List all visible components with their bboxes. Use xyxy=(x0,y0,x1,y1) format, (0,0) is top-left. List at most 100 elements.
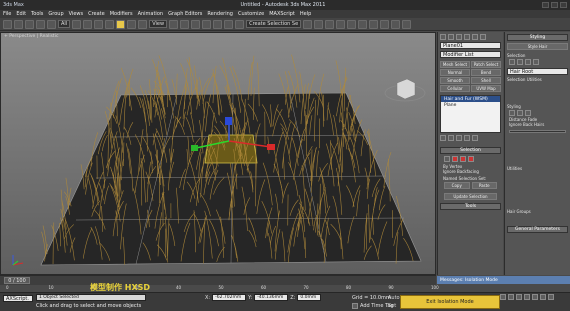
uvw-map-button[interactable]: UVW Map xyxy=(471,85,501,92)
y-coordinate-field[interactable]: -40.136mm xyxy=(254,294,289,301)
zoom-all-icon[interactable] xyxy=(508,294,514,300)
remove-modifier-icon[interactable] xyxy=(464,135,470,141)
render-production-icon[interactable] xyxy=(402,19,412,29)
stack-item-plane[interactable]: Plane xyxy=(441,102,500,108)
menu-help[interactable]: Help xyxy=(300,11,311,17)
modifier-list-dropdown[interactable]: Modifier List xyxy=(440,51,501,58)
pin-stack-icon[interactable] xyxy=(440,135,446,141)
menu-file[interactable]: File xyxy=(3,11,11,17)
x-coordinate-field[interactable]: -62.702mm xyxy=(212,294,247,301)
smooth-button[interactable]: Smooth xyxy=(440,77,470,84)
menu-views[interactable]: Views xyxy=(69,11,83,17)
menu-edit[interactable]: Edit xyxy=(16,11,26,17)
snaps-toggle-icon[interactable] xyxy=(191,19,201,29)
select-guide-vertices-icon[interactable] xyxy=(525,59,531,65)
maxscript-listener[interactable]: AXScript. xyxy=(3,295,33,302)
cellular-button[interactable]: Cellular xyxy=(440,85,470,92)
patch-select-button[interactable]: Patch Select xyxy=(471,61,501,68)
layer-manager-icon[interactable] xyxy=(325,19,335,29)
ignore-back-hairs-checkbox[interactable]: Ignore Back Hairs xyxy=(507,122,568,127)
time-slider-thumb[interactable]: 0 / 100 xyxy=(4,277,30,284)
maximize-button[interactable] xyxy=(551,2,558,8)
select-tool-icon[interactable] xyxy=(525,110,531,116)
time-slider[interactable]: 0 / 100 xyxy=(0,275,436,285)
menu-rendering[interactable]: Rendering xyxy=(207,11,233,17)
select-and-rotate-icon[interactable] xyxy=(127,19,137,29)
align-icon[interactable] xyxy=(314,19,324,29)
close-button[interactable] xyxy=(560,2,567,8)
face-icon[interactable] xyxy=(452,156,458,162)
ignore-backfacing-checkbox[interactable]: Ignore Backfacing xyxy=(440,169,501,174)
make-unique-icon[interactable] xyxy=(456,135,462,141)
select-by-end-icon[interactable] xyxy=(509,59,515,65)
motion-tab-icon[interactable] xyxy=(464,34,470,40)
window-crossing-icon[interactable] xyxy=(105,19,115,29)
styling-header[interactable]: Styling xyxy=(507,34,568,41)
hair-cut-icon[interactable] xyxy=(517,110,523,116)
redo-icon[interactable] xyxy=(14,19,23,29)
general-parameters-header[interactable]: General Parameters xyxy=(507,226,568,233)
polygon-icon[interactable] xyxy=(460,156,466,162)
select-object-icon[interactable] xyxy=(72,19,82,29)
selection-rollout-header[interactable]: Selection xyxy=(440,147,501,154)
unlink-icon[interactable] xyxy=(36,19,45,29)
hierarchy-tab-icon[interactable] xyxy=(456,34,462,40)
select-whole-guide-icon[interactable] xyxy=(517,59,523,65)
configure-sets-icon[interactable] xyxy=(472,135,478,141)
angle-snap-icon[interactable] xyxy=(202,19,212,29)
menu-graph-editors[interactable]: Graph Editors xyxy=(168,11,202,17)
mirror-icon[interactable] xyxy=(303,19,313,29)
selection-filter-dropdown[interactable]: All xyxy=(58,20,71,28)
object-name-field[interactable]: Plane01 xyxy=(440,42,501,49)
menu-tools[interactable]: Tools xyxy=(31,11,43,17)
z-coordinate-field[interactable]: 0.0mm xyxy=(297,294,322,301)
create-tab-icon[interactable] xyxy=(440,34,446,40)
select-and-move-icon[interactable] xyxy=(116,19,126,29)
link-icon[interactable] xyxy=(25,19,34,29)
perspective-viewport[interactable]: + Perspective | Realistic xyxy=(0,32,436,275)
add-time-tag-icon[interactable] xyxy=(352,303,358,309)
material-editor-icon[interactable] xyxy=(369,19,379,29)
minimize-button[interactable] xyxy=(542,2,549,8)
menu-maxscript[interactable]: MAXScript xyxy=(269,11,295,17)
menu-customize[interactable]: Customize xyxy=(238,11,264,17)
pan-icon[interactable] xyxy=(532,294,538,300)
track-bar[interactable]: 0 10 20 30 40 50 60 70 80 90 100 模型制作 HXSD xyxy=(0,283,439,292)
paste-button[interactable]: Paste xyxy=(471,182,497,189)
hair-root-dropdown[interactable]: Hair Root xyxy=(507,68,568,75)
named-selection-set-field[interactable]: Create Selection Se xyxy=(246,20,302,28)
update-selection-button[interactable]: Update Selection xyxy=(444,193,497,200)
display-tab-icon[interactable] xyxy=(472,34,478,40)
bind-spacewarp-icon[interactable] xyxy=(47,19,56,29)
menu-group[interactable]: Group xyxy=(48,11,63,17)
tools-rollout-header[interactable]: Tools xyxy=(440,203,501,210)
rectangle-region-icon[interactable] xyxy=(94,19,104,29)
copy-button[interactable]: Copy xyxy=(444,182,470,189)
select-by-root-icon[interactable] xyxy=(533,59,539,65)
render-frame-icon[interactable] xyxy=(391,19,401,29)
schematic-view-icon[interactable] xyxy=(358,19,368,29)
normal-button[interactable]: Normal xyxy=(440,69,470,76)
pivot-center-icon[interactable] xyxy=(169,19,179,29)
show-end-result-icon[interactable] xyxy=(448,135,454,141)
spinner-snap-icon[interactable] xyxy=(224,19,234,29)
mesh-select-button[interactable]: Mesh Select xyxy=(440,61,470,68)
menu-animation[interactable]: Animation xyxy=(138,11,164,17)
select-manipulate-icon[interactable] xyxy=(180,19,190,29)
modify-tab-icon[interactable] xyxy=(448,34,454,40)
edit-named-selection-icon[interactable] xyxy=(235,19,245,29)
exit-isolation-mode-button[interactable]: Exit Isolation Mode xyxy=(400,295,500,309)
auto-key-button[interactable]: Auto xyxy=(388,295,400,301)
curve-editor-icon[interactable] xyxy=(347,19,357,29)
select-by-name-icon[interactable] xyxy=(83,19,93,29)
brush-size-slider[interactable] xyxy=(509,130,566,133)
zoom-icon[interactable] xyxy=(500,294,506,300)
select-and-scale-icon[interactable] xyxy=(138,19,148,29)
bend-button[interactable]: Bend xyxy=(471,69,501,76)
hair-brush-icon[interactable] xyxy=(509,110,515,116)
style-hair-button[interactable]: Style Hair xyxy=(507,43,568,50)
guides-icon[interactable] xyxy=(444,156,450,162)
field-of-view-icon[interactable] xyxy=(524,294,530,300)
reference-coordinate-dropdown[interactable]: View xyxy=(149,20,168,28)
orbit-icon[interactable] xyxy=(540,294,546,300)
